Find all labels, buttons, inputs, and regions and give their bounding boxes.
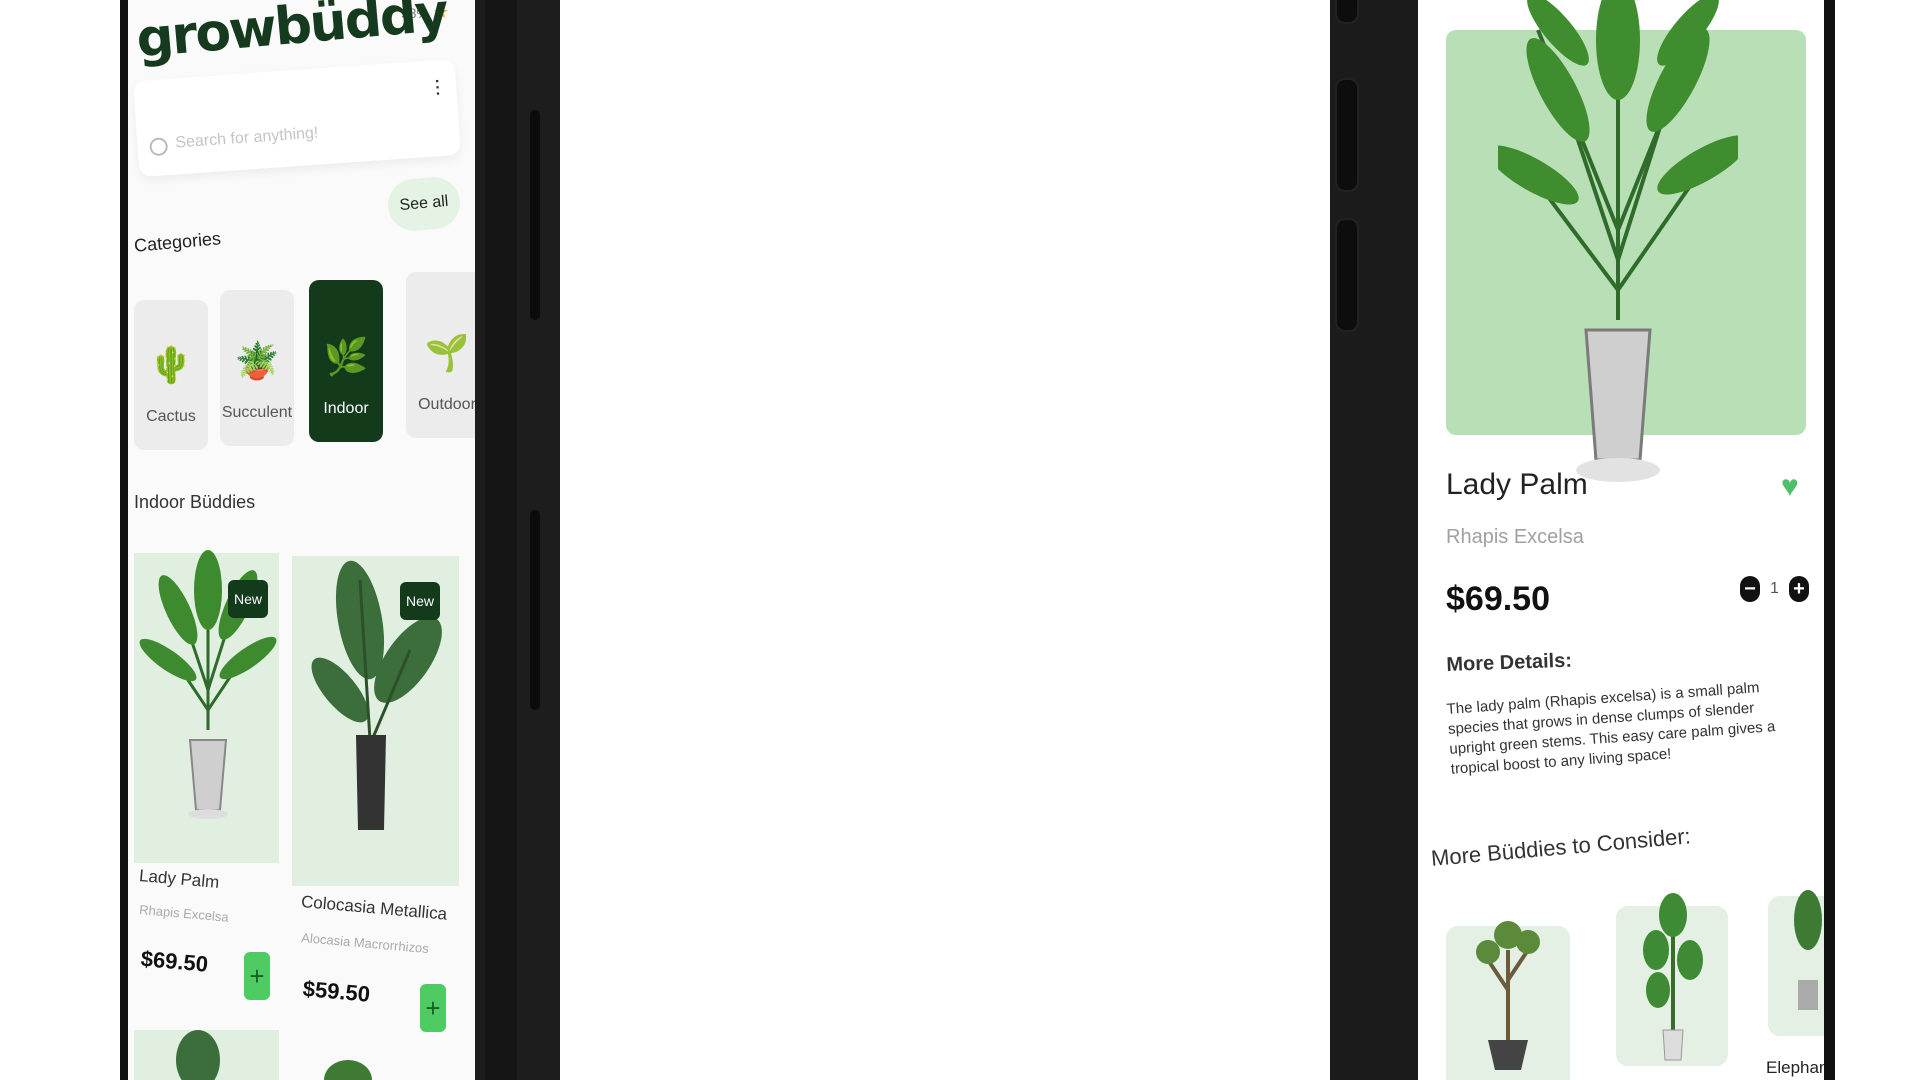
quantity-value: 1: [1770, 580, 1779, 597]
plant-scientific-name: Rhapis Excelsa: [1446, 526, 1584, 548]
new-badge: New: [228, 580, 268, 618]
product-scientific-name: Alocasia Macrorrhizos: [300, 930, 430, 957]
suggestion-label: Elephant: [1766, 1058, 1824, 1077]
search-bar[interactable]: Search for anything! ⫶: [133, 58, 461, 178]
product-price: $59.50: [301, 976, 372, 1007]
lady-palm-hero-image: [1498, 0, 1738, 482]
see-all-button[interactable]: See all: [385, 174, 463, 234]
plant-price: $69.50: [1446, 580, 1550, 618]
category-label: Outdoor: [418, 396, 475, 413]
outdoor-plant-icon: 🌱: [424, 332, 470, 373]
category-indoor[interactable]: 🌿 Indoor: [309, 280, 383, 442]
side-button: [530, 510, 540, 710]
filter-sliders-icon[interactable]: ⫶: [434, 76, 441, 102]
side-button: [1335, 218, 1359, 332]
new-badge: New: [400, 582, 440, 620]
search-icon: [149, 137, 169, 157]
left-phone-edge: [485, 0, 517, 1080]
add-to-cart-button[interactable]: +: [420, 984, 446, 1032]
left-screen-home: 98% ★ growbüddy Search for anything! ⫶ Se…: [128, 0, 475, 1080]
decrease-quantity-button[interactable]: −: [1740, 576, 1760, 602]
fiddle-leaf-image: [1643, 893, 1703, 1061]
side-button: [1335, 78, 1359, 192]
categories-title: Categories: [133, 228, 222, 256]
more-buddies-title: More Büddies to Consider:: [1430, 823, 1692, 871]
plant-image: [324, 1060, 372, 1080]
product-scientific-name: Rhapis Excelsa: [138, 902, 230, 925]
product-price: $69.50: [139, 946, 210, 977]
category-label: Cactus: [146, 408, 196, 425]
bonsai-image: [1476, 921, 1540, 1070]
increase-quantity-button[interactable]: +: [1788, 576, 1809, 602]
category-cactus[interactable]: 🌵 Cactus: [134, 300, 208, 450]
category-label: Succulent: [221, 404, 293, 421]
indoor-plant-icon: 🌿: [323, 336, 369, 377]
side-button: [530, 110, 540, 320]
app-logo: growbüddy: [134, 0, 450, 70]
product-name: Lady Palm: [138, 866, 221, 892]
search-input[interactable]: Search for anything!: [175, 125, 319, 153]
category-outdoor[interactable]: 🌱 Outdoor: [406, 272, 475, 438]
side-button: [1335, 0, 1359, 24]
plant-name: Lady Palm: [1446, 468, 1588, 501]
add-to-cart-button[interactable]: +: [244, 952, 270, 1000]
category-label: Indoor: [323, 400, 369, 417]
heart-favorite-icon[interactable]: ♥: [1781, 470, 1799, 504]
more-details-label: More Details:: [1446, 649, 1573, 676]
cactus-icon: 🌵: [148, 344, 194, 385]
more-details-text: The lady palm (Rhapis excelsa) is a smal…: [1446, 679, 1776, 778]
quantity-stepper: − 1 +: [1740, 576, 1809, 602]
category-succulent[interactable]: 🪴 Succulent: [220, 290, 294, 446]
succulent-icon: 🪴: [234, 340, 280, 381]
plant-image: [176, 1030, 220, 1080]
section-title: Indoor Büddies: [134, 492, 256, 512]
right-screen-detail: Lady Palm ♥ Rhapis Excelsa $69.50 − 1 + …: [1418, 0, 1824, 1080]
elephant-plant-image: [1794, 890, 1822, 1010]
product-name: Colocasia Metallica: [300, 892, 448, 924]
